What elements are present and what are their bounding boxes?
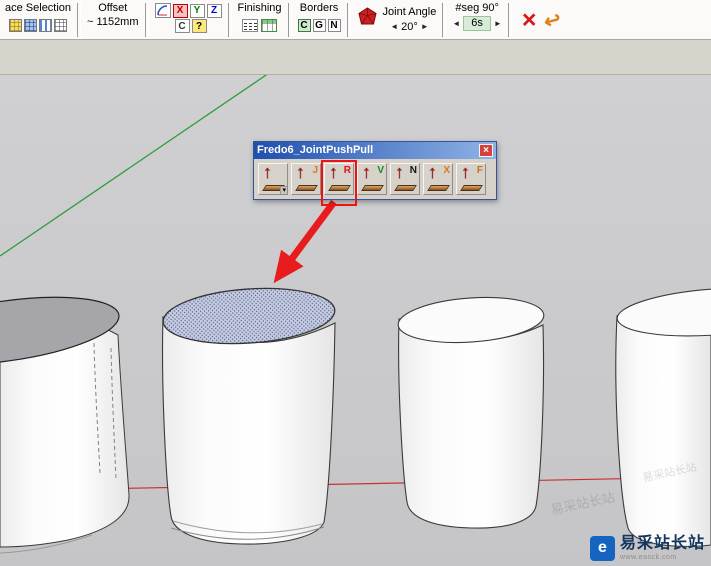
wood-base-icon <box>361 185 384 191</box>
toolbar-separator <box>507 3 512 37</box>
dashed-lines-icon[interactable] <box>242 19 259 32</box>
toolbar-separator <box>77 3 82 37</box>
watermark-text: 易采站长站 www.easck.com <box>619 534 705 561</box>
mode-letter: N <box>409 165 417 176</box>
dialog-title: Fredo6_JointPushPull <box>257 144 374 156</box>
cylinder-4[interactable] <box>615 282 711 547</box>
toolbar-separator <box>442 3 447 37</box>
wood-base-icon <box>295 185 318 191</box>
finishing-group: Finishing <box>233 1 287 39</box>
push-arrow-icon: ↑ <box>461 162 470 182</box>
joint-angle-increase[interactable]: ► <box>421 22 429 32</box>
joint-angle-decrease[interactable]: ◄ <box>390 22 398 32</box>
logo-glyph: e <box>598 539 607 557</box>
window-gap <box>0 40 711 75</box>
select-columns-icon[interactable] <box>39 19 53 32</box>
push-arrow-icon: ↑ <box>428 162 437 182</box>
axis-lock-group: X Y Z C ? <box>150 1 227 39</box>
borders-g-toggle[interactable]: G <box>312 19 326 32</box>
push-arrow-icon: ↑ <box>296 162 305 182</box>
mode-letter: J <box>312 165 318 176</box>
offset-value[interactable]: ~ 1152mm <box>87 15 138 30</box>
cylinder-2[interactable] <box>161 283 336 545</box>
finishing-table-icon[interactable] <box>261 19 278 32</box>
segments-increase[interactable]: ► <box>494 19 502 29</box>
borders-c-toggle[interactable]: C <box>297 19 311 32</box>
select-faces-blue-icon[interactable] <box>24 19 38 32</box>
watermark: e 易采站长站 www.easck.com <box>589 534 705 561</box>
pushpull-normal-button[interactable]: ↑ N <box>390 162 420 195</box>
face-selection-label: ace Selection <box>5 2 72 14</box>
wood-base-icon <box>328 185 351 191</box>
joint-angle-value[interactable]: 20° <box>401 20 418 35</box>
offset-label: Offset <box>98 2 128 14</box>
close-button[interactable]: × <box>479 144 493 157</box>
push-arrow-icon: ↑ <box>362 162 371 182</box>
cylinder-2-body[interactable] <box>162 316 336 545</box>
push-arrow-icon: ↑ <box>329 162 338 182</box>
segments-label: #seg 90° <box>455 2 499 14</box>
wood-base-icon <box>460 185 483 191</box>
dialog-body: ↑ ▾ ↑ J ↑ R ↑ V ↑ N ↑ X ↑ F <box>254 159 496 206</box>
axis-x-button[interactable]: X <box>172 3 188 18</box>
toolbar-end-group: × ↩ <box>513 1 570 39</box>
pushpull-vector-button[interactable]: ↑ V <box>357 162 387 195</box>
dropdown-icon[interactable]: ▾ <box>280 186 287 194</box>
face-selection-group: ace Selection <box>0 1 76 39</box>
face-selection-modes <box>9 19 68 32</box>
toolbar-separator <box>144 3 149 37</box>
pushpull-extrude-button[interactable]: ↑ X <box>423 162 453 195</box>
green-axis-line <box>0 75 268 257</box>
joint-angle-group: Joint Angle ◄ 20° ► <box>352 1 442 39</box>
toolbar-separator <box>346 3 351 37</box>
mode-letter: F <box>476 165 483 176</box>
select-grid-icon[interactable] <box>54 19 68 32</box>
viewport-3d[interactable]: Fredo6_JointPushPull × ↑ ▾ ↑ J ↑ R ↑ V ↑… <box>0 75 711 566</box>
dialog-titlebar[interactable]: Fredo6_JointPushPull × <box>254 142 496 159</box>
axis-z-button[interactable]: Z <box>206 3 222 18</box>
watermark-subtitle: www.easck.com <box>619 553 677 561</box>
annotation-arrow <box>273 199 337 284</box>
push-arrow-icon: ↑ <box>263 162 272 182</box>
pushpull-round-button[interactable]: ↑ R <box>324 162 354 195</box>
wood-base-icon <box>427 185 450 191</box>
help-button[interactable]: ? <box>191 19 207 33</box>
pushpull-follow-button[interactable]: ↑ F <box>456 162 486 195</box>
mode-letter: V <box>377 165 384 176</box>
pushpull-joint-button[interactable]: ↑ J <box>291 162 321 195</box>
select-faces-yellow-icon[interactable] <box>9 19 23 32</box>
finishing-label: Finishing <box>237 2 282 14</box>
joint-angle-label: Joint Angle <box>382 5 437 18</box>
toolbar-separator <box>227 3 232 37</box>
segments-value[interactable]: 6s <box>463 16 491 31</box>
axis-y-button[interactable]: Y <box>189 3 205 18</box>
mode-letter: R <box>343 165 351 176</box>
push-arrow-icon: ↑ <box>395 162 404 182</box>
cylinder-3[interactable] <box>397 293 546 529</box>
undo-arrow-icon[interactable]: ↩ <box>542 6 565 34</box>
pushpull-basic-button[interactable]: ↑ ▾ <box>258 162 288 195</box>
toolbar-separator <box>287 3 292 37</box>
watermark-title: 易采站长站 <box>619 534 705 552</box>
borders-group: Borders C G N <box>293 1 346 39</box>
jointpushpull-dialog: Fredo6_JointPushPull × ↑ ▾ ↑ J ↑ R ↑ V ↑… <box>253 141 497 206</box>
abort-icon[interactable]: × <box>522 7 537 33</box>
borders-n-toggle[interactable]: N <box>327 19 341 32</box>
borders-label: Borders <box>299 2 339 14</box>
cylinder-1[interactable] <box>0 285 130 554</box>
main-toolbar: ace Selection Offset ~ 1152mm X Y Z C ? … <box>0 0 711 40</box>
easck-logo: e <box>589 535 615 561</box>
protractor-icon[interactable] <box>154 3 171 18</box>
segments-group: #seg 90° ◄ 6s ► <box>447 1 506 39</box>
wood-base-icon <box>394 185 417 191</box>
offset-group: Offset ~ 1152mm <box>82 1 143 39</box>
mode-letter: X <box>443 165 450 176</box>
segments-decrease[interactable]: ◄ <box>452 19 460 29</box>
joint-polyhedron-icon[interactable] <box>357 7 378 33</box>
axis-custom-button[interactable]: C <box>174 19 190 33</box>
